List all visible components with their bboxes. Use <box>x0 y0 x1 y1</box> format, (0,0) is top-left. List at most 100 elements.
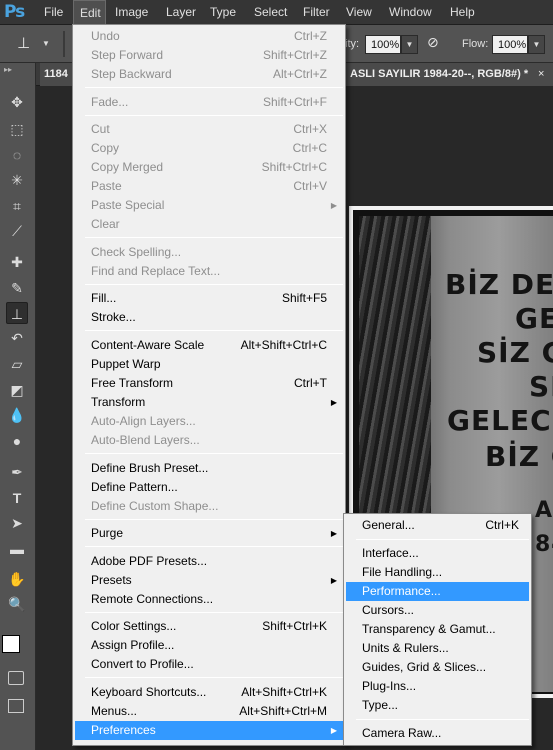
edit-menu-item-copy: Copy Ctrl+C <box>75 139 343 158</box>
menu-item-shortcut: Shift+Ctrl+C <box>261 160 327 175</box>
screen-mode-icon[interactable] <box>8 699 24 713</box>
edit-menu-item-presets[interactable]: Presets ▶ <box>75 571 343 590</box>
menu-window[interactable]: Window <box>389 0 432 25</box>
edit-menu-item-transform[interactable]: Transform ▶ <box>75 393 343 412</box>
edit-menu-item-content-aware-scale[interactable]: Content-Aware Scale Alt+Shift+Ctrl+C <box>75 336 343 355</box>
edit-menu-item-color-settings[interactable]: Color Settings... Shift+Ctrl+K <box>75 617 343 636</box>
preferences-item-cursors[interactable]: Cursors... <box>346 601 529 620</box>
menu-select[interactable]: Select <box>254 0 287 25</box>
menu-separator <box>356 719 529 720</box>
menu-separator <box>85 518 343 520</box>
preferences-item-performance[interactable]: Performance... <box>346 582 529 601</box>
edit-menu-item-keyboard-shortcuts[interactable]: Keyboard Shortcuts... Alt+Shift+Ctrl+K <box>75 683 343 702</box>
hand-icon[interactable]: ✋ <box>6 568 28 590</box>
preferences-item-camera-raw[interactable]: Camera Raw... <box>346 724 529 743</box>
preferences-item-general[interactable]: General... Ctrl+K <box>346 516 529 535</box>
menu-item-label: Camera Raw... <box>362 726 442 740</box>
edit-menu-item-assign-profile[interactable]: Assign Profile... <box>75 636 343 655</box>
opacity-label: ity: <box>345 38 360 50</box>
lasso-icon[interactable]: ◌ <box>6 144 28 166</box>
options-divider <box>63 31 65 57</box>
pressure-opacity-icon[interactable]: ⊘ <box>427 34 447 54</box>
tool-preset-dropdown[interactable]: ▼ <box>42 39 50 48</box>
edit-menu-item-menus[interactable]: Menus... Alt+Shift+Ctrl+M <box>75 702 343 721</box>
edit-menu-item-puppet-warp[interactable]: Puppet Warp <box>75 355 343 374</box>
rectangle-icon[interactable]: ▬ <box>6 538 28 560</box>
menu-separator <box>85 330 343 332</box>
menu-view[interactable]: View <box>346 0 372 25</box>
menu-file[interactable]: File <box>44 0 63 25</box>
close-tab-icon[interactable]: × <box>538 63 544 86</box>
menu-separator <box>356 539 529 540</box>
menu-layer[interactable]: Layer <box>166 0 196 25</box>
edit-menu-item-define-pattern[interactable]: Define Pattern... <box>75 478 343 497</box>
type-icon[interactable]: T <box>6 487 28 509</box>
crop-icon[interactable]: ⌗ <box>6 195 28 217</box>
brush-icon[interactable]: ✎ <box>6 277 28 299</box>
menu-filter[interactable]: Filter <box>303 0 330 25</box>
eraser-icon[interactable]: ▱ <box>6 353 28 375</box>
history-brush-icon[interactable]: ↶ <box>6 327 28 349</box>
eyedropper-icon[interactable]: ⟋ <box>6 220 28 242</box>
preferences-item-file-handling[interactable]: File Handling... <box>346 563 529 582</box>
flow-field[interactable]: 100% <box>492 35 528 54</box>
quick-mask-icon[interactable] <box>8 671 24 685</box>
menu-item-label: Define Custom Shape... <box>91 498 219 513</box>
clone-stamp-icon[interactable]: ⊥ <box>6 302 28 324</box>
menu-item-label: Fill... <box>91 291 117 306</box>
menu-item-label: Cursors... <box>362 603 415 617</box>
menu-item-label: Adobe PDF Presets... <box>91 553 208 568</box>
opacity-field[interactable]: 100% <box>365 35 401 54</box>
edit-menu-item-stroke[interactable]: Stroke... <box>75 308 343 327</box>
preferences-item-interface[interactable]: Interface... <box>346 544 529 563</box>
edit-menu-item-define-brush-preset[interactable]: Define Brush Preset... <box>75 459 343 478</box>
move-icon[interactable]: ✥ <box>6 91 28 113</box>
edit-menu-item-convert-to-profile[interactable]: Convert to Profile... <box>75 655 343 674</box>
menu-help[interactable]: Help <box>450 0 475 25</box>
menu-item-shortcut: Ctrl+X <box>293 122 327 137</box>
clone-stamp-icon[interactable]: ⊥ <box>17 34 39 54</box>
paint-bucket-icon[interactable]: ◩ <box>6 379 28 401</box>
preferences-item-guides-grid-and-slices[interactable]: Guides, Grid & Slices... <box>346 658 529 677</box>
path-select-icon[interactable]: ➤ <box>6 512 28 534</box>
edit-menu-item-remote-connections[interactable]: Remote Connections... <box>75 590 343 609</box>
menu-type[interactable]: Type <box>210 0 236 25</box>
healing-icon[interactable]: ✚ <box>6 251 28 273</box>
edit-menu-item-paste: Paste Ctrl+V <box>75 177 343 196</box>
preferences-item-units-and-rulers[interactable]: Units & Rulers... <box>346 639 529 658</box>
edit-menu-item-purge[interactable]: Purge ▶ <box>75 524 343 543</box>
edit-menu-item-fill[interactable]: Fill... Shift+F5 <box>75 289 343 308</box>
submenu-arrow-icon: ▶ <box>330 726 337 735</box>
edit-menu-item-preferences[interactable]: Preferences ▶ <box>75 721 343 740</box>
photoshop-logo: Ps <box>4 2 25 22</box>
zoom-icon[interactable]: 🔍 <box>6 593 28 615</box>
flow-dropdown[interactable]: ▼ <box>528 35 545 54</box>
magic-wand-icon[interactable]: ✳ <box>6 169 28 191</box>
menu-image[interactable]: Image <box>115 0 148 25</box>
menu-item-label: File Handling... <box>362 565 443 579</box>
document-tab-title[interactable]: ASLI SAYILIR 1984-20--, RGB/8#) * × <box>346 63 553 86</box>
menu-separator <box>85 453 343 454</box>
tools-panel: ▸▸ ✥ ⬚ ◌ ✳ ⌗ ⟋ ✚ ✎ ⊥ ↶ ▱ ◩ 💧 ● ✒ T ➤ ▬ ✋… <box>0 63 36 750</box>
submenu-arrow-icon: ▶ <box>330 529 337 539</box>
menu-item-label: Paste Special <box>91 198 165 213</box>
blur-icon[interactable]: 💧 <box>6 404 28 426</box>
foreground-color-swatch[interactable] <box>2 635 20 653</box>
opacity-dropdown[interactable]: ▼ <box>401 35 418 54</box>
document-tab[interactable]: 1184 <box>40 63 76 86</box>
pen-icon[interactable]: ✒ <box>6 461 28 483</box>
photo-text-line: Sİ <box>529 370 553 403</box>
preferences-item-transparency-and-gamut[interactable]: Transparency & Gamut... <box>346 620 529 639</box>
menu-item-label: Puppet Warp <box>91 357 161 371</box>
dodge-icon[interactable]: ● <box>6 430 28 452</box>
preferences-item-type[interactable]: Type... <box>346 696 529 715</box>
edit-menu-item-adobe-pdf-presets[interactable]: Adobe PDF Presets... <box>75 552 343 571</box>
edit-menu-item-free-transform[interactable]: Free Transform Ctrl+T <box>75 374 343 393</box>
preferences-item-plug-ins[interactable]: Plug-Ins... <box>346 677 529 696</box>
menu-item-label: Free Transform <box>91 376 174 390</box>
marquee-icon[interactable]: ⬚ <box>6 118 28 140</box>
menu-edit[interactable]: Edit <box>73 0 106 25</box>
edit-menu-item-define-custom-shape: Define Custom Shape... <box>75 497 343 516</box>
panel-collapse-icon[interactable]: ▸▸ <box>4 65 12 74</box>
menu-item-label: Find and Replace Text... <box>91 263 221 278</box>
